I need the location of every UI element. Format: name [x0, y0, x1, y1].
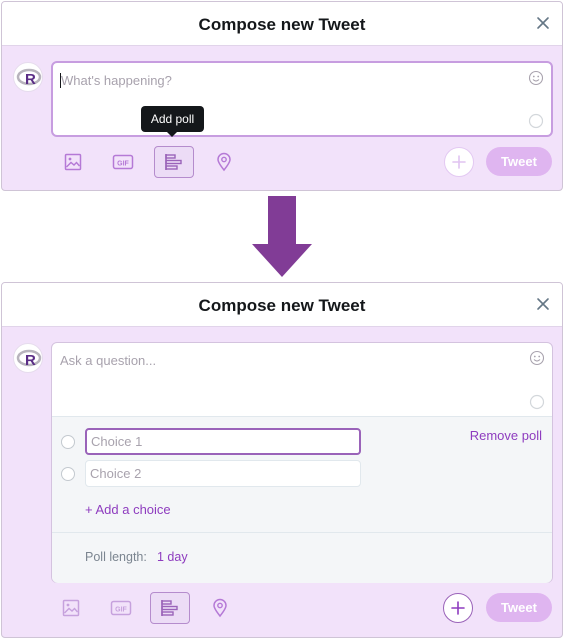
- add-another-tweet-button[interactable]: [444, 147, 474, 177]
- add-media-button[interactable]: [53, 146, 93, 178]
- gif-icon: GIF: [110, 600, 132, 616]
- r-logo-icon: R: [16, 68, 42, 88]
- add-media-button[interactable]: [51, 592, 91, 624]
- location-icon: [213, 598, 227, 618]
- down-arrow-icon: [252, 196, 312, 277]
- tweet-button[interactable]: Tweet: [486, 593, 552, 622]
- tweet-button[interactable]: Tweet: [486, 147, 552, 176]
- add-gif-button[interactable]: GIF: [103, 146, 143, 178]
- dialog-title: Compose new Tweet: [198, 296, 366, 315]
- svg-text:R: R: [25, 71, 36, 88]
- add-poll-button[interactable]: [154, 146, 194, 178]
- add-gif-button[interactable]: GIF: [101, 592, 141, 624]
- poll-choice-1-radio: [61, 435, 75, 449]
- poll-options-area: Remove poll + Add a choice Poll length: …: [52, 416, 552, 583]
- poll-length-dropdown[interactable]: 1 day: [157, 550, 188, 564]
- emoji-icon[interactable]: [529, 350, 545, 366]
- add-location-button[interactable]: [200, 592, 240, 624]
- poll-divider: [52, 532, 552, 533]
- plus-icon: [452, 155, 466, 169]
- dialog-title: Compose new Tweet: [198, 15, 366, 34]
- svg-text:GIF: GIF: [117, 160, 129, 167]
- question-placeholder: Ask a question...: [60, 353, 157, 368]
- avatar: R: [13, 62, 43, 92]
- gif-icon: GIF: [112, 154, 134, 170]
- svg-text:GIF: GIF: [115, 606, 127, 613]
- add-poll-tooltip: Add poll: [141, 106, 204, 137]
- image-icon: [64, 153, 82, 171]
- location-icon: [217, 152, 231, 172]
- question-input[interactable]: Ask a question...: [52, 343, 552, 415]
- image-icon: [62, 599, 80, 617]
- plus-icon: [451, 601, 465, 615]
- poll-choice-2-radio: [61, 467, 75, 481]
- poll-length-label: Poll length:: [85, 550, 147, 564]
- svg-text:R: R: [25, 352, 36, 369]
- r-logo-icon: R: [16, 349, 42, 369]
- character-count-ring: [528, 113, 544, 129]
- poll-choice-2-input[interactable]: [85, 460, 361, 487]
- add-location-button[interactable]: [204, 146, 244, 178]
- close-icon[interactable]: [534, 14, 552, 32]
- avatar: R: [13, 343, 43, 373]
- poll-compose-box: Ask a question... Remove poll + Add a ch…: [51, 342, 553, 583]
- poll-choice-1-input[interactable]: [85, 428, 361, 455]
- dialog-header: Compose new Tweet: [2, 283, 562, 327]
- poll-icon: [165, 154, 182, 170]
- add-choice-link[interactable]: + Add a choice: [85, 502, 171, 517]
- compose-dialog-before: Compose new Tweet R What's happening? GI…: [1, 1, 563, 191]
- compose-placeholder: What's happening?: [61, 73, 172, 88]
- add-another-tweet-button[interactable]: [443, 593, 473, 623]
- dialog-header: Compose new Tweet: [2, 2, 562, 46]
- close-icon[interactable]: [534, 295, 552, 313]
- poll-icon: [161, 600, 178, 616]
- character-count-ring: [529, 394, 545, 410]
- emoji-icon[interactable]: [528, 70, 544, 86]
- remove-poll-link[interactable]: Remove poll: [470, 428, 542, 443]
- tweet-text-input[interactable]: What's happening?: [51, 61, 553, 137]
- add-poll-button[interactable]: [150, 592, 190, 624]
- compose-dialog-after: Compose new Tweet R Ask a question... Ch…: [1, 282, 563, 638]
